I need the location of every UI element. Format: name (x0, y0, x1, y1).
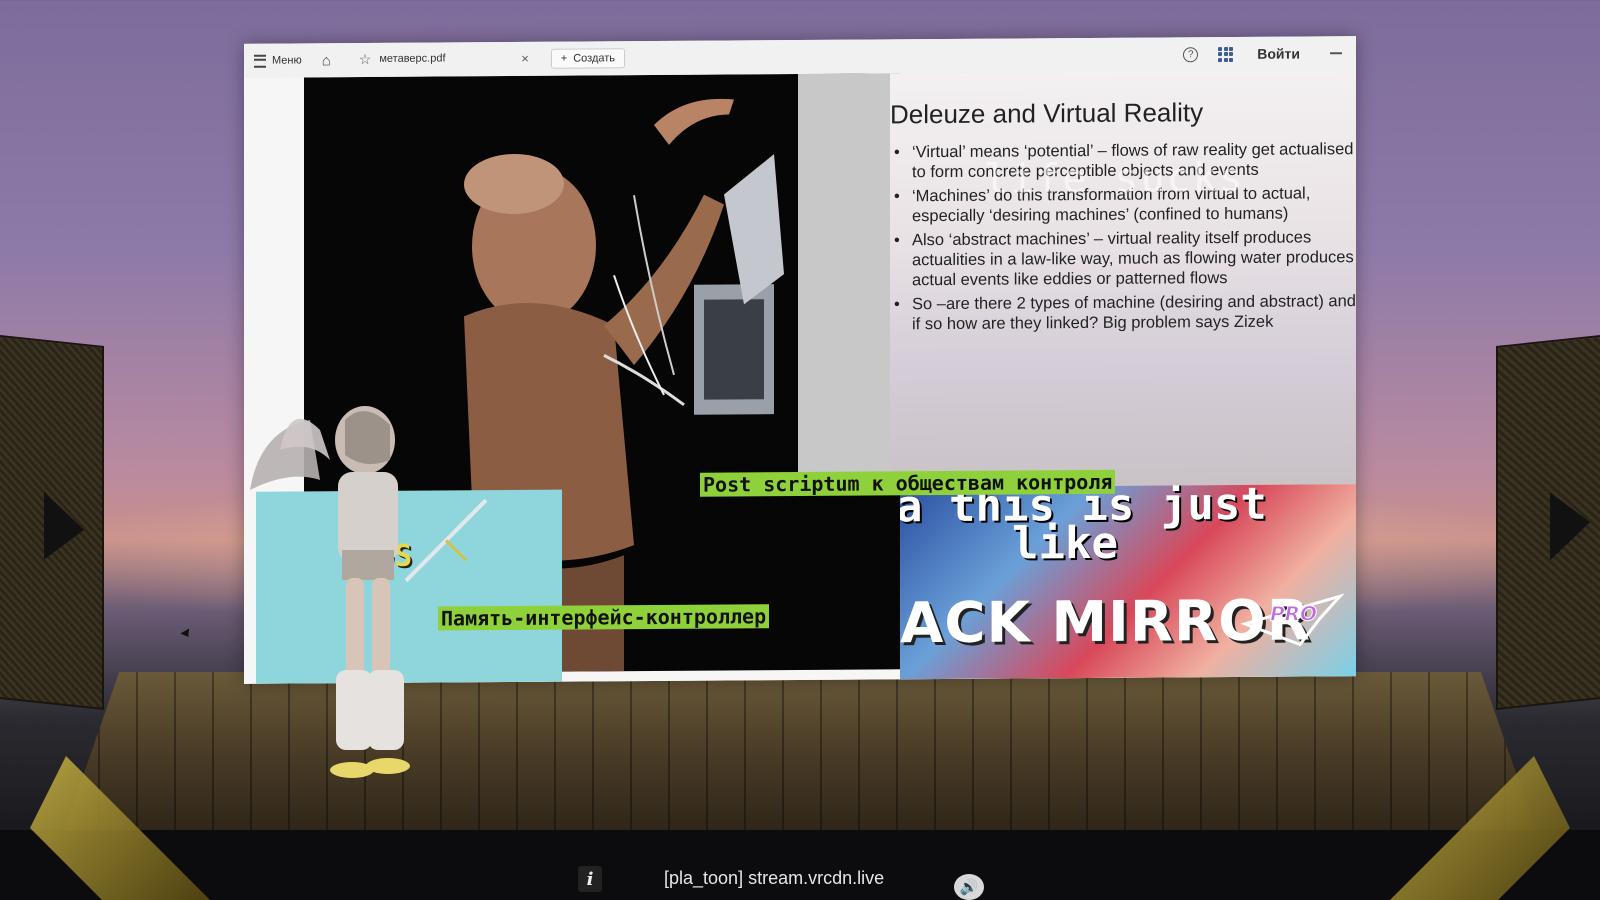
menu-button[interactable]: Меню (244, 43, 312, 77)
star-icon[interactable]: ☆ (359, 50, 372, 67)
bullet-item: So –are there 2 types of machine (desiri… (890, 291, 1356, 334)
apps-grid-icon (1218, 46, 1234, 62)
meme-image: a this is just like ACK MIRROR PRO (900, 484, 1356, 680)
hamburger-icon (254, 54, 266, 68)
slide-title: Deleuze and Virtual Reality (890, 97, 1204, 130)
plus-icon: + (560, 52, 568, 65)
caption-post-scriptum: Post scriptum к обществам контроля (700, 469, 1116, 497)
meme-caption-line2: like (1012, 517, 1118, 570)
info-icon[interactable]: i (578, 866, 602, 892)
stream-source-label: [pla_toon] stream.vrcdn.live (664, 868, 885, 888)
create-label: Создать (573, 52, 616, 65)
home-icon: ⌂ (321, 51, 331, 69)
login-button[interactable]: Войти (1243, 45, 1330, 62)
create-button[interactable]: + Создать (550, 48, 626, 69)
slide-margin (798, 73, 890, 489)
menu-label: Меню (272, 54, 302, 67)
close-icon[interactable]: × (521, 50, 529, 65)
angel-avatar (250, 406, 410, 778)
help-icon: ? (1183, 46, 1199, 62)
volume-icon[interactable]: 🔊 (954, 874, 984, 900)
svg-text:PRO: PRO (1270, 601, 1317, 625)
ghost-overlay-text: life sucks (984, 154, 1245, 203)
tab-document[interactable]: ☆ метаверс.pdf × (349, 45, 539, 74)
home-button[interactable]: ⌂ (312, 43, 341, 77)
help-button[interactable]: ? (1173, 37, 1208, 71)
apps-button[interactable] (1208, 37, 1243, 71)
left-speaker (0, 334, 104, 710)
tab-title: метаверс.pdf (379, 52, 446, 65)
bullet-item: Also ‘abstract machines’ – virtual reali… (890, 227, 1356, 290)
pro-logo: PRO (1240, 593, 1345, 647)
minimize-icon[interactable] (1330, 52, 1342, 55)
caption-memory-interface: Память-интерфейс-контроллер (438, 604, 770, 631)
pdf-slide: Deleuze and Virtual Reality ‘Virtual’ me… (890, 70, 1356, 488)
right-speaker (1496, 334, 1600, 710)
